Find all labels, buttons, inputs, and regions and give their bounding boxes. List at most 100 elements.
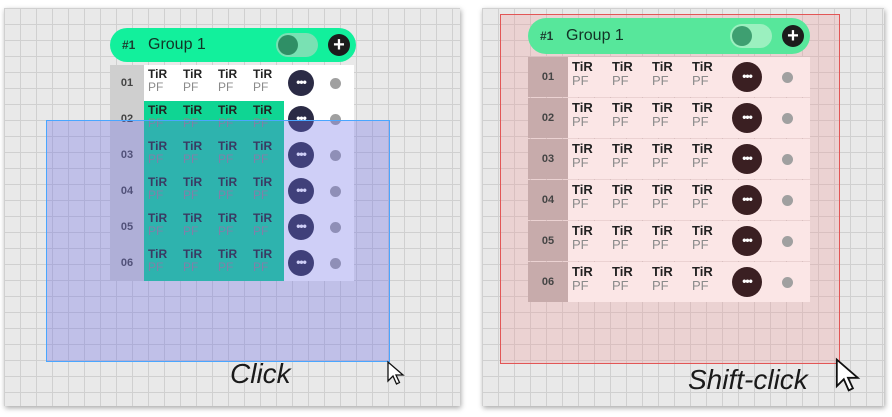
cell-sublabel: PF: [692, 195, 709, 211]
cell-sublabel: PF: [612, 277, 629, 293]
cell-label: TiR: [183, 67, 203, 81]
track-cell[interactable]: TiR PF: [648, 57, 688, 97]
more-options-icon[interactable]: •••: [732, 185, 762, 215]
add-icon[interactable]: +: [328, 34, 350, 56]
status-dot-icon[interactable]: [782, 112, 793, 124]
row-cells: TiR PF TiR PF TiR PF TiR PF: [568, 98, 728, 138]
track-cell[interactable]: TiR PF: [214, 65, 249, 101]
track-cell[interactable]: TiR PF: [648, 98, 688, 138]
cell-sublabel: PF: [612, 154, 629, 170]
arrow-cursor-icon: [387, 360, 405, 385]
group-toggle[interactable]: [730, 24, 772, 48]
toggle-knob: [732, 26, 752, 46]
track-cell[interactable]: TiR PF: [688, 98, 728, 138]
cell-sublabel: PF: [692, 113, 709, 129]
group-row[interactable]: 02 TiR PF TiR PF TiR PF TiR PF •••: [528, 98, 810, 138]
group-row[interactable]: 03 TiR PF TiR PF TiR PF TiR PF •••: [528, 139, 810, 179]
row-number: 06: [528, 262, 568, 302]
row-cells: TiR PF TiR PF TiR PF TiR PF: [568, 262, 728, 302]
cell-label: TiR: [612, 182, 633, 197]
track-cell[interactable]: TiR PF: [568, 57, 608, 97]
status-dot-icon[interactable]: [782, 194, 793, 206]
cell-sublabel: PF: [612, 195, 629, 211]
status-dot-icon[interactable]: [782, 71, 793, 83]
track-cell[interactable]: TiR PF: [688, 57, 728, 97]
cell-label: TiR: [572, 59, 593, 74]
track-cell[interactable]: TiR PF: [648, 262, 688, 302]
more-options-icon[interactable]: •••: [732, 226, 762, 256]
group-toggle[interactable]: [276, 33, 318, 57]
track-cell[interactable]: TiR PF: [568, 180, 608, 220]
cell-sublabel: PF: [572, 72, 589, 88]
cell-label: TiR: [218, 103, 238, 117]
more-options-icon[interactable]: •••: [732, 144, 762, 174]
track-cell[interactable]: TiR PF: [608, 262, 648, 302]
add-icon[interactable]: +: [782, 25, 804, 47]
group-row[interactable]: 06 TiR PF TiR PF TiR PF TiR PF •••: [528, 262, 810, 302]
cell-label: TiR: [612, 59, 633, 74]
track-cell[interactable]: TiR PF: [688, 180, 728, 220]
cell-label: TiR: [148, 103, 168, 117]
track-cell[interactable]: TiR PF: [568, 98, 608, 138]
track-cell[interactable]: TiR PF: [648, 221, 688, 261]
cell-sublabel: PF: [652, 236, 669, 252]
cell-label: TiR: [652, 59, 673, 74]
more-options-icon[interactable]: •••: [732, 62, 762, 92]
cell-sublabel: PF: [612, 72, 629, 88]
more-options-icon[interactable]: •••: [732, 267, 762, 297]
track-cell[interactable]: TiR PF: [648, 139, 688, 179]
track-cell[interactable]: TiR PF: [144, 65, 179, 101]
group-header[interactable]: #1 Group 1 +: [528, 18, 810, 54]
group-row[interactable]: 01 TiR PF TiR PF TiR PF TiR PF •••: [528, 57, 810, 97]
status-dot-icon[interactable]: [782, 153, 793, 165]
cell-label: TiR: [148, 67, 168, 81]
cell-sublabel: PF: [652, 154, 669, 170]
track-cell[interactable]: TiR PF: [688, 139, 728, 179]
cell-label: TiR: [652, 100, 673, 115]
status-dot-icon[interactable]: [782, 276, 793, 288]
track-cell[interactable]: TiR PF: [608, 98, 648, 138]
more-options-icon[interactable]: •••: [732, 103, 762, 133]
cell-label: TiR: [612, 100, 633, 115]
group-header[interactable]: #1 Group 1 +: [110, 28, 356, 62]
status-dot-icon[interactable]: [330, 77, 341, 89]
track-cell[interactable]: TiR PF: [608, 180, 648, 220]
cell-label: TiR: [652, 223, 673, 238]
track-cell[interactable]: TiR PF: [608, 57, 648, 97]
row-cells: TiR PF TiR PF TiR PF TiR PF: [568, 139, 728, 179]
cell-sublabel: PF: [572, 236, 589, 252]
cell-label: TiR: [652, 264, 673, 279]
status-dot-icon[interactable]: [782, 235, 793, 247]
track-cell[interactable]: TiR PF: [688, 221, 728, 261]
caption-click: Click: [230, 358, 291, 389]
track-cell[interactable]: TiR PF: [688, 262, 728, 302]
group-row[interactable]: 05 TiR PF TiR PF TiR PF TiR PF •••: [528, 221, 810, 261]
group-row[interactable]: 01 TiR PF TiR PF TiR PF TiR PF •••: [110, 65, 354, 101]
group-title: Group 1: [148, 36, 206, 53]
cell-sublabel: PF: [183, 79, 199, 94]
cell-label: TiR: [572, 141, 593, 156]
cell-label: TiR: [218, 67, 238, 81]
group-row[interactable]: 04 TiR PF TiR PF TiR PF TiR PF •••: [528, 180, 810, 220]
cell-label: TiR: [652, 141, 673, 156]
row-number: 02: [528, 98, 568, 138]
track-cell[interactable]: TiR PF: [179, 65, 214, 101]
track-cell[interactable]: TiR PF: [608, 221, 648, 261]
track-cell[interactable]: TiR PF: [249, 65, 284, 101]
click-selection-rectangle: [46, 120, 390, 362]
track-cell[interactable]: TiR PF: [568, 262, 608, 302]
track-cell[interactable]: TiR PF: [608, 139, 648, 179]
cell-label: TiR: [572, 182, 593, 197]
track-cell[interactable]: TiR PF: [568, 139, 608, 179]
cell-label: TiR: [183, 103, 203, 117]
track-cell[interactable]: TiR PF: [568, 221, 608, 261]
cell-label: TiR: [572, 100, 593, 115]
cell-sublabel: PF: [652, 72, 669, 88]
cell-label: TiR: [253, 67, 273, 81]
track-cell[interactable]: TiR PF: [648, 180, 688, 220]
row-number: 01: [110, 65, 144, 101]
row-controls: •••: [728, 221, 810, 261]
row-cells: TiR PF TiR PF TiR PF TiR PF: [568, 221, 728, 261]
more-options-icon[interactable]: •••: [288, 70, 314, 96]
group-title: Group 1: [566, 27, 624, 44]
